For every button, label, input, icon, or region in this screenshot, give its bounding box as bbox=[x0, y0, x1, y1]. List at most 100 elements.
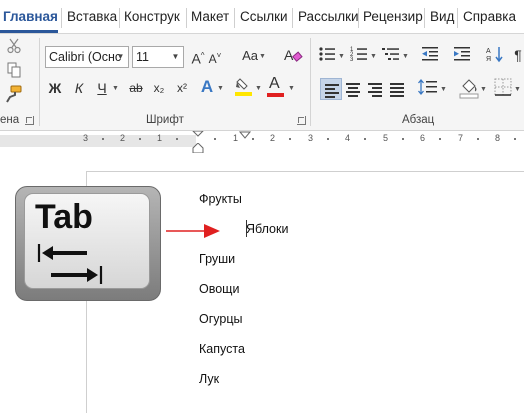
tab-key-label: Tab bbox=[35, 198, 93, 236]
shading-icon[interactable] bbox=[459, 77, 479, 99]
bullets-icon[interactable] bbox=[318, 45, 336, 65]
tab-separator bbox=[61, 8, 62, 28]
shrink-font-icon[interactable]: A˅ bbox=[207, 46, 223, 66]
format-painter-icon[interactable] bbox=[5, 85, 23, 105]
font-dialog-launcher-icon[interactable] bbox=[297, 116, 306, 125]
tab-separator bbox=[457, 8, 458, 28]
chevron-down-icon[interactable]: ▼ bbox=[478, 79, 488, 99]
chevron-down-icon[interactable]: ▼ bbox=[368, 46, 378, 66]
change-case-button[interactable]: Aa▼ bbox=[240, 46, 268, 66]
ruler-label: 2 bbox=[270, 133, 276, 143]
align-center-button[interactable] bbox=[342, 78, 364, 100]
cut-icon[interactable] bbox=[6, 38, 22, 58]
chevron-down-icon[interactable]: ▼ bbox=[113, 47, 128, 67]
ruler-graphic bbox=[0, 135, 524, 147]
tab-insert[interactable]: Вставка bbox=[67, 9, 117, 24]
tab-review[interactable]: Рецензир bbox=[363, 9, 423, 24]
chevron-down-icon[interactable]: ▼ bbox=[438, 79, 448, 99]
align-right-button[interactable] bbox=[364, 78, 386, 100]
ruler-tick bbox=[139, 138, 141, 140]
ruler-label: 1 bbox=[233, 133, 239, 143]
chevron-down-icon[interactable]: ▼ bbox=[168, 47, 183, 67]
document-line[interactable]: Груши bbox=[199, 252, 235, 266]
ruler-label: 1 bbox=[157, 133, 163, 143]
grow-font-icon[interactable]: A^ bbox=[190, 46, 206, 67]
borders-icon[interactable] bbox=[494, 78, 512, 98]
font-color-letter: A bbox=[269, 75, 280, 92]
ruler-tick bbox=[176, 138, 178, 140]
tab-layout[interactable]: Макет bbox=[191, 9, 229, 24]
indicator-arrow-icon bbox=[166, 224, 220, 238]
document-line[interactable]: Яблоки bbox=[246, 222, 288, 236]
font-group-label: Шрифт bbox=[146, 114, 184, 126]
align-left-button[interactable] bbox=[320, 78, 342, 100]
ruler-tick bbox=[289, 138, 291, 140]
font-color-swatch bbox=[267, 93, 284, 97]
svg-text:А: А bbox=[486, 48, 491, 55]
clipboard-group-label: ена bbox=[0, 114, 20, 126]
group-separator bbox=[310, 38, 311, 126]
document-line[interactable]: Капуста bbox=[199, 342, 245, 356]
svg-text:Я: Я bbox=[486, 56, 491, 63]
ruler-label: 3 bbox=[308, 133, 314, 143]
font-family-box[interactable]: Calibri (Оснс ▼ bbox=[45, 46, 129, 68]
align-right-icon bbox=[368, 82, 382, 97]
strikethrough-button[interactable]: ab bbox=[127, 78, 145, 98]
underline-button[interactable]: Ч bbox=[95, 78, 109, 98]
document-line[interactable]: Огурцы bbox=[199, 312, 243, 326]
chevron-down-icon[interactable]: ▼ bbox=[336, 46, 346, 66]
show-formatting-icon[interactable]: ¶ bbox=[512, 45, 524, 65]
decrease-indent-icon[interactable] bbox=[421, 45, 439, 65]
text-effects-button[interactable]: A bbox=[199, 77, 215, 97]
subscript-button[interactable]: x₂ bbox=[151, 78, 167, 98]
tab-key-cap: Tab bbox=[24, 193, 150, 289]
tab-help[interactable]: Справка bbox=[463, 9, 516, 24]
document-line[interactable]: Фрукты bbox=[199, 192, 242, 206]
tab-view[interactable]: Вид bbox=[430, 9, 454, 24]
horizontal-ruler[interactable]: 3 2 1 1 2 3 4 5 6 7 8 bbox=[0, 131, 524, 154]
active-tab-indicator bbox=[0, 30, 58, 33]
ruler-tick bbox=[327, 138, 329, 140]
ruler-label: 6 bbox=[420, 133, 426, 143]
page-border bbox=[86, 171, 524, 172]
paragraph-group-label: Абзац bbox=[402, 114, 435, 126]
font-size-box[interactable]: 11 ▼ bbox=[132, 46, 184, 68]
tab-separator bbox=[119, 8, 120, 28]
svg-text:A: A bbox=[284, 47, 294, 63]
font-color-icon[interactable]: A bbox=[266, 74, 286, 98]
ruler-label: 2 bbox=[120, 133, 126, 143]
svg-text:3: 3 bbox=[350, 57, 354, 63]
highlight-color-icon[interactable] bbox=[234, 76, 254, 96]
clear-formatting-icon[interactable]: A bbox=[283, 45, 303, 65]
chevron-down-icon[interactable]: ▼ bbox=[215, 78, 225, 98]
bold-button[interactable]: Ж bbox=[48, 78, 62, 98]
ruler-label: 4 bbox=[345, 133, 351, 143]
chevron-down-icon[interactable]: ▼ bbox=[110, 78, 120, 98]
ruler-label: 5 bbox=[383, 133, 389, 143]
justify-button[interactable] bbox=[386, 78, 408, 100]
document-line[interactable]: Овощи bbox=[199, 282, 239, 296]
chevron-down-icon[interactable]: ▼ bbox=[286, 78, 296, 98]
numbering-icon[interactable]: 123 bbox=[350, 45, 368, 65]
tab-design[interactable]: Конструк bbox=[124, 9, 180, 24]
chevron-down-icon[interactable]: ▼ bbox=[512, 79, 522, 99]
chevron-down-icon[interactable]: ▼ bbox=[400, 46, 410, 66]
group-separator bbox=[39, 38, 40, 126]
tab-mailings[interactable]: Рассылки bbox=[298, 9, 359, 24]
multilevel-list-icon[interactable] bbox=[382, 45, 400, 65]
tab-home[interactable]: Главная bbox=[3, 9, 58, 24]
superscript-button[interactable]: x² bbox=[174, 78, 190, 98]
chevron-down-icon[interactable]: ▼ bbox=[253, 78, 263, 98]
ruler-tick bbox=[402, 138, 404, 140]
italic-button[interactable]: К bbox=[72, 78, 86, 98]
tab-stop-marker[interactable] bbox=[239, 131, 251, 141]
clipboard-dialog-launcher-icon[interactable] bbox=[25, 116, 34, 125]
tab-separator bbox=[424, 8, 425, 28]
ruler-tick bbox=[514, 138, 516, 140]
line-spacing-icon[interactable] bbox=[418, 78, 438, 98]
document-line[interactable]: Лук bbox=[199, 372, 219, 386]
sort-icon[interactable]: АЯ bbox=[486, 45, 504, 65]
copy-icon[interactable] bbox=[6, 62, 22, 82]
increase-indent-icon[interactable] bbox=[453, 45, 471, 65]
tab-references[interactable]: Ссылки bbox=[240, 9, 288, 24]
